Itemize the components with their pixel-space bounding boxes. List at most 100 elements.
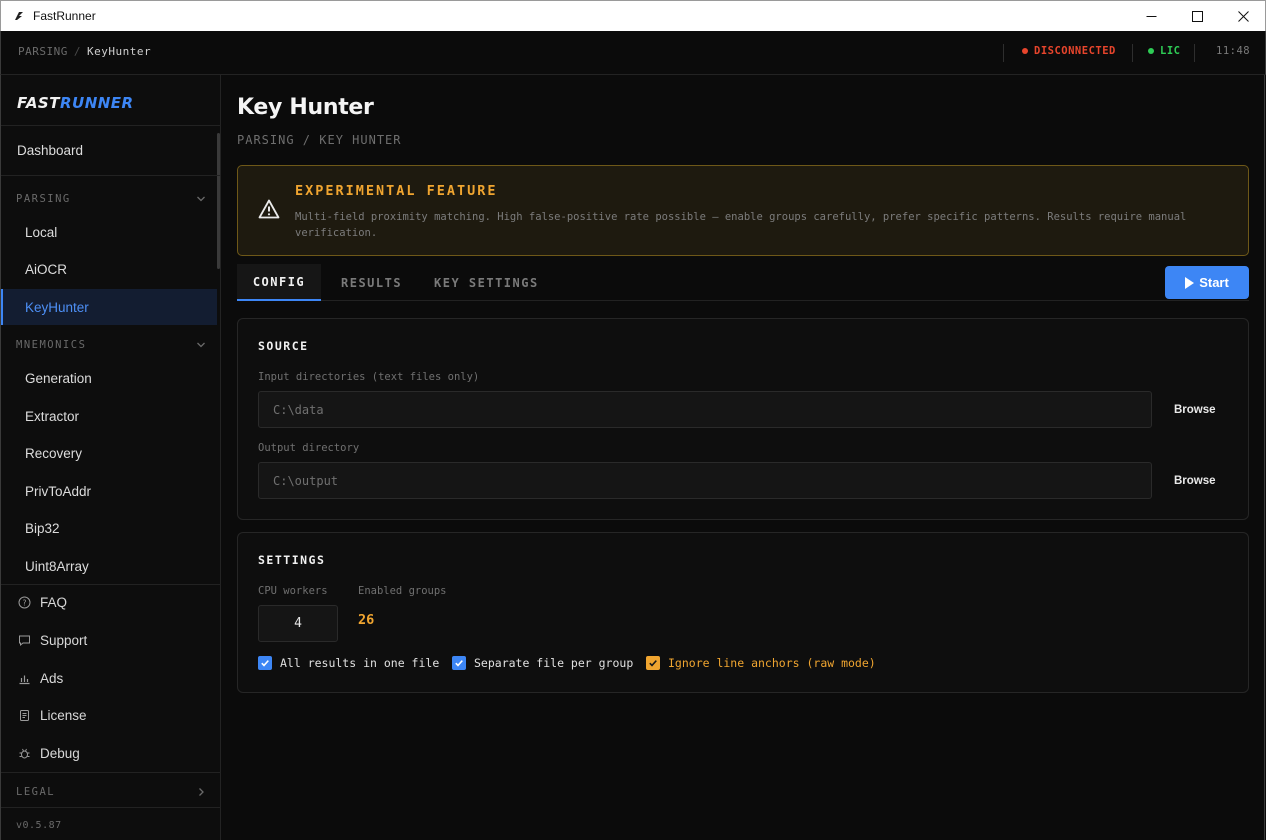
sidebar-item-label: License	[40, 708, 87, 723]
sidebar-item-label: Debug	[40, 746, 80, 761]
cpu-workers-input[interactable]: 4	[258, 605, 338, 642]
start-button[interactable]: Start	[1165, 266, 1249, 299]
sidebar-item-uint8array[interactable]: Uint8Array	[1, 548, 217, 584]
divider	[1, 175, 221, 176]
sidebar-item-recovery[interactable]: Recovery	[1, 435, 217, 471]
sidebar-item-keyhunter[interactable]: KeyHunter	[1, 289, 217, 325]
start-button-label: Start	[1199, 275, 1229, 290]
app-icon	[11, 8, 27, 24]
warning-title: EXPERIMENTAL FEATURE	[295, 183, 498, 199]
section-parsing-header[interactable]: PARSING	[16, 193, 206, 205]
main-content: Key Hunter PARSING / KEY HUNTER EXPERIME…	[221, 75, 1265, 840]
sidebar-item-license[interactable]: License	[17, 708, 87, 723]
sidebar-item-label: Uint8Array	[25, 558, 89, 574]
status-dot-icon	[1148, 48, 1154, 54]
sidebar-item-local[interactable]: Local	[1, 214, 217, 250]
tab-results[interactable]: RESULTS	[341, 264, 402, 301]
sidebar-item-generation[interactable]: Generation	[1, 360, 217, 396]
checkbox-separate-file-per-group[interactable]: Separate file per group	[452, 656, 633, 670]
breadcrumb-page: KeyHunter	[86, 45, 152, 58]
sidebar-item-ads[interactable]: Ads	[17, 671, 63, 686]
minimize-button[interactable]	[1128, 1, 1174, 31]
sidebar-item-extractor[interactable]: Extractor	[1, 398, 217, 434]
divider	[1194, 44, 1195, 62]
sidebar-item-privtoaddr[interactable]: PrivToAddr	[1, 473, 217, 509]
sidebar-item-label: Generation	[25, 370, 92, 386]
section-label: PARSING	[16, 193, 71, 205]
sidebar-item-label: Ads	[40, 671, 64, 686]
sidebar-item-label: Dashboard	[17, 142, 84, 158]
output-directory-field[interactable]: C:\output	[258, 462, 1152, 499]
divider	[1132, 44, 1133, 62]
connection-status-label: DISCONNECTED	[1034, 45, 1116, 57]
sidebar-item-label: Bip32	[25, 520, 60, 536]
settings-card-title: SETTINGS	[258, 553, 326, 567]
minimize-icon	[1146, 15, 1156, 17]
section-legal-header[interactable]: LEGAL	[16, 786, 206, 798]
status-dot-icon	[1022, 48, 1028, 54]
enabled-groups-label: Enabled groups	[358, 585, 447, 597]
cpu-workers-label: CPU workers	[258, 585, 328, 597]
page-title: Key Hunter	[237, 95, 374, 120]
sidebar-item-label: PrivToAddr	[25, 483, 92, 499]
sidebar-item-support[interactable]: Support	[17, 633, 87, 648]
logo: FASTRUNNER	[17, 94, 134, 112]
checkbox-ignore-line-anchors[interactable]: Ignore line anchors (raw mode)	[646, 656, 876, 670]
checkbox-label: Separate file per group	[474, 656, 634, 670]
play-icon	[1185, 276, 1195, 289]
enabled-groups-value: 26	[358, 612, 375, 628]
maximize-button[interactable]	[1174, 1, 1220, 31]
browse-input-button[interactable]: Browse	[1174, 404, 1216, 416]
divider	[1, 807, 221, 808]
sidebar-item-label: Support	[40, 633, 88, 648]
sidebar-item-debug[interactable]: Debug	[17, 746, 80, 761]
divider	[1003, 44, 1004, 62]
window-title: FastRunner	[33, 9, 96, 23]
license-status-label: LIC	[1160, 45, 1181, 57]
sidebar-item-dashboard[interactable]: Dashboard	[1, 132, 217, 168]
tab-config[interactable]: CONFIG	[237, 264, 321, 301]
sidebar-item-bip32[interactable]: Bip32	[1, 510, 217, 546]
checkbox-checked-icon[interactable]	[258, 656, 272, 670]
section-mnemonics-header[interactable]: MNEMONICS	[16, 339, 206, 351]
sidebar-item-label: Local	[25, 224, 58, 240]
browse-output-button[interactable]: Browse	[1174, 475, 1216, 487]
warning-triangle-icon	[258, 199, 280, 223]
sidebar-scrollbar[interactable]	[217, 133, 220, 269]
chevron-down-icon	[197, 196, 205, 202]
divider	[1, 584, 221, 585]
sidebar-item-faq[interactable]: ? FAQ	[17, 595, 67, 610]
bug-icon	[17, 747, 31, 761]
close-icon	[1237, 10, 1249, 22]
checkbox-all-results-one-file[interactable]: All results in one file	[258, 656, 439, 670]
chat-icon	[17, 634, 31, 648]
breadcrumb-section[interactable]: PARSING	[18, 45, 68, 58]
close-button[interactable]	[1220, 1, 1266, 31]
section-label: MNEMONICS	[16, 339, 87, 351]
sidebar-item-label: FAQ	[40, 595, 68, 610]
sidebar-item-label: Recovery	[25, 445, 83, 461]
breadcrumb-separator: /	[73, 45, 81, 58]
help-circle-icon: ?	[17, 596, 31, 610]
sidebar-item-aiocr[interactable]: AiOCR	[1, 251, 217, 287]
source-card-title: SOURCE	[258, 339, 309, 353]
chevron-down-icon	[197, 342, 205, 348]
settings-card: SETTINGS CPU workers Enabled groups 4 26…	[237, 532, 1249, 693]
window-titlebar: FastRunner	[0, 0, 1266, 31]
experimental-warning-banner: EXPERIMENTAL FEATURE Multi-field proximi…	[237, 165, 1249, 256]
input-directories-label: Input directories (text files only)	[258, 371, 480, 383]
chart-icon	[17, 672, 31, 686]
output-directory-label: Output directory	[258, 442, 360, 454]
connection-status: DISCONNECTED	[1022, 45, 1116, 57]
checkbox-checked-icon[interactable]	[452, 656, 466, 670]
section-label: LEGAL	[16, 786, 56, 798]
top-breadcrumb: PARSING / KeyHunter	[18, 45, 151, 58]
checkbox-checked-icon[interactable]	[646, 656, 660, 670]
tab-key-settings[interactable]: KEY SETTINGS	[434, 264, 539, 301]
license-status: LIC	[1148, 45, 1180, 57]
warning-text: Multi-field proximity matching. High fal…	[295, 211, 1187, 239]
document-icon	[17, 709, 31, 723]
sidebar-item-label: Extractor	[25, 408, 80, 424]
maximize-icon	[1191, 10, 1203, 22]
input-directories-field[interactable]: C:\data	[258, 391, 1152, 428]
